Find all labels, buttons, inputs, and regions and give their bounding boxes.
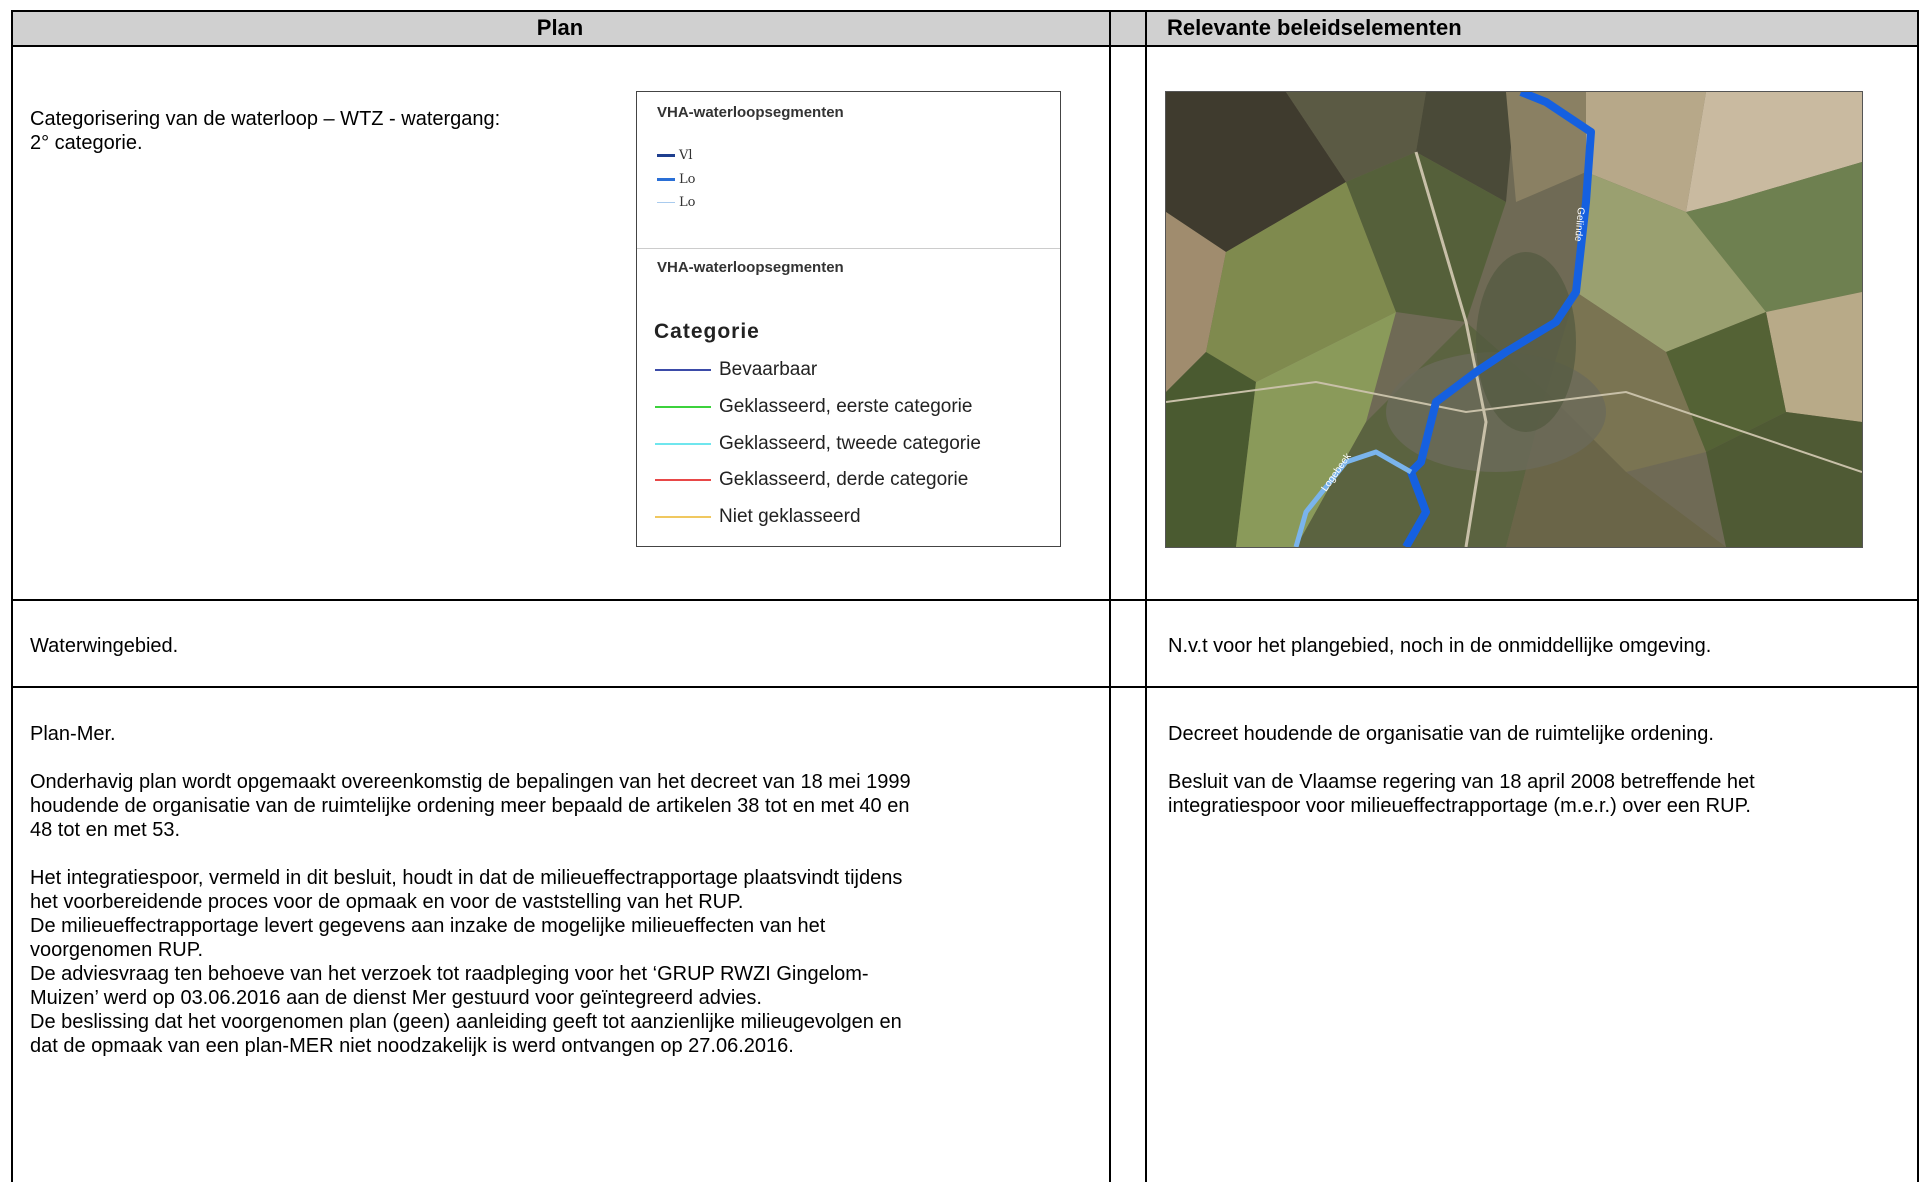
- legend-line: [655, 405, 711, 408]
- legend-heading-1: VHA-waterloopsegmenten: [657, 104, 844, 121]
- header-spacer: [1109, 10, 1145, 46]
- legend-category-item: Geklasseerd, tweede categorie: [655, 430, 981, 458]
- row2-relevant-text: N.v.t voor het plangebied, noch in de on…: [1168, 635, 1712, 657]
- row3-plan-text: Plan-Mer. Onderhavig plan wordt opgemaak…: [30, 723, 911, 1057]
- header-plan: Plan: [11, 10, 1109, 46]
- border-header-bottom: [11, 45, 1919, 47]
- border-left: [11, 10, 13, 1182]
- border-mid-right: [1145, 10, 1147, 1182]
- legend-category-title: Categorie: [654, 320, 760, 343]
- row3-relevant-text: Decreet houdende de organisatie van de r…: [1168, 723, 1755, 817]
- legend-heading-2: VHA-waterloopsegmenten: [657, 259, 844, 276]
- border-right: [1917, 10, 1919, 1182]
- border-top: [11, 10, 1919, 12]
- legend-small-item: Lo: [657, 195, 695, 210]
- aerial-map: Gelinde Logebeek: [1165, 91, 1863, 548]
- row1-plan-text: Categorisering van de waterloop – WTZ - …: [30, 108, 501, 154]
- legend-line: [655, 368, 711, 371]
- legend-line: [655, 442, 711, 445]
- legend-swatch: [657, 178, 675, 181]
- border-row2-bottom: [11, 686, 1919, 688]
- legend-category-item: Geklasseerd, eerste categorie: [655, 393, 972, 421]
- legend-category-item: Geklasseerd, derde categorie: [655, 466, 968, 494]
- legend-category-item: Niet geklasseerd: [655, 503, 861, 531]
- legend-swatch: [657, 202, 675, 203]
- legend-small-item: Vl: [657, 148, 693, 163]
- legend-line: [655, 478, 711, 481]
- aerial-map-image: Gelinde Logebeek: [1166, 92, 1862, 547]
- legend-line: [655, 515, 711, 518]
- border-row1-bottom: [11, 599, 1919, 601]
- header-relevant: Relevante beleidselementen: [1145, 10, 1919, 46]
- legend-small-item: Lo: [657, 172, 695, 187]
- legend-category-item: Bevaarbaar: [655, 356, 817, 384]
- legend-box: VHA-waterloopsegmenten Vl Lo Lo VHA-wate…: [636, 91, 1061, 547]
- legend-swatch: [657, 154, 675, 157]
- row2-plan-text: Waterwingebied.: [30, 635, 179, 657]
- legend-separator: [637, 248, 1060, 249]
